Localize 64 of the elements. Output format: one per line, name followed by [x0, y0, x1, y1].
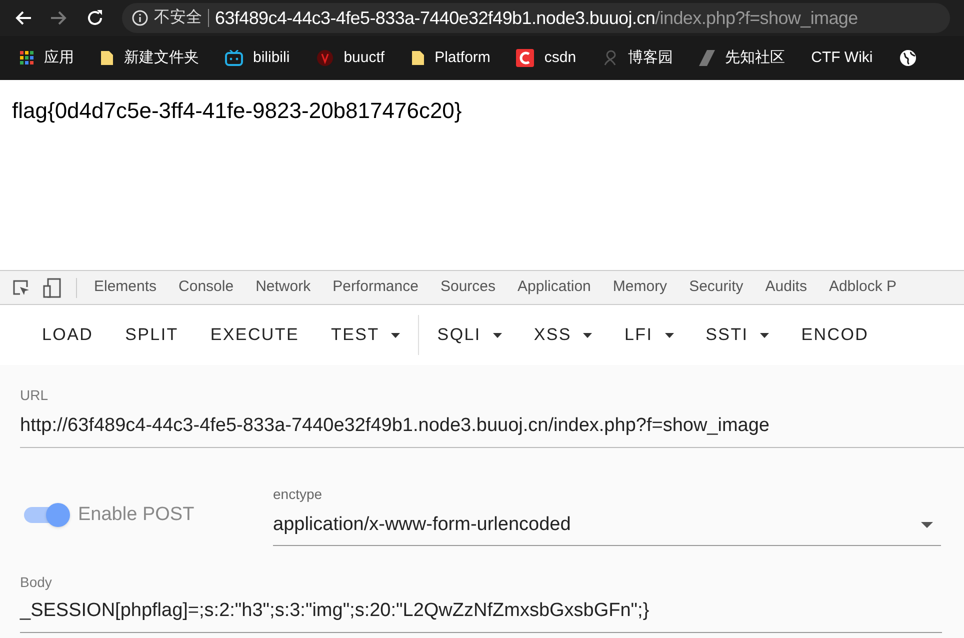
swirl-icon [602, 49, 618, 67]
device-icon[interactable] [42, 278, 62, 298]
enctype-label: enctype [273, 484, 324, 504]
enctype-value: application/x-www-form-urlencoded [273, 512, 571, 536]
devtools-tab[interactable]: Audits [754, 271, 818, 304]
bookmark-link[interactable]: bilibili [253, 46, 290, 70]
url-path: /index.php?f=show_image [655, 8, 858, 28]
menu-button[interactable]: SSTI [690, 317, 786, 353]
devtools-tab[interactable]: Elements [83, 271, 168, 304]
tv-icon [225, 50, 243, 66]
url-label: URL [20, 386, 50, 405]
toolbar-button[interactable]: SPLIT [109, 317, 194, 353]
devtools-tab[interactable]: Network [244, 271, 322, 304]
devtools-tab[interactable]: Memory [602, 271, 678, 304]
devtools-tab[interactable]: Sources [429, 271, 506, 304]
forward-arrow-icon[interactable] [50, 10, 68, 26]
globe-icon[interactable] [898, 49, 917, 67]
devtools-tab[interactable]: Console [168, 271, 245, 304]
toolbar-button[interactable]: ENCOD [785, 317, 885, 353]
bookmark-link[interactable]: 博客园 [628, 46, 674, 70]
dropdown-caret-icon [921, 522, 933, 528]
menu-button[interactable]: TEST [315, 317, 416, 353]
menu-button[interactable]: LFI [608, 317, 690, 353]
info-icon [132, 10, 148, 26]
security-label: 不安全 [154, 8, 202, 28]
caret-icon [583, 332, 592, 338]
slash-logo-icon [699, 50, 716, 66]
folder-icon [100, 50, 114, 66]
toolbar-button[interactable]: EXECUTE [194, 317, 316, 353]
bookmark-link[interactable]: 应用 [44, 46, 74, 70]
bookmark-link[interactable]: Platform [434, 46, 490, 70]
body-value: _SESSION[phpflag]=;s:2:"h3";s:3:"img";s:20:"L2QwZzNfZmxsbGxsbGFn";} [20, 599, 650, 623]
folder-icon [410, 50, 425, 66]
reload-icon[interactable] [86, 9, 104, 27]
apps-grid-icon [20, 51, 34, 65]
c-logo-icon [516, 49, 534, 67]
caret-icon [391, 332, 400, 338]
flag-text: flag{0d4d7c5e-3ff4-41fe-9823-20b817476c20} [12, 98, 462, 123]
devtools-tab[interactable]: Performance [322, 271, 430, 304]
body-field[interactable]: Body _SESSION[phpflag]=;s:2:"h3";s:3:"img";s:20:"L2QwZzNfZmxsbGxsbGFn";} [20, 572, 942, 632]
devtools-tab[interactable]: Security [678, 271, 754, 304]
bookmark-link[interactable]: CTF Wiki [811, 46, 873, 70]
round-logo-icon [316, 49, 334, 67]
back-arrow-icon[interactable] [14, 10, 32, 26]
bookmark-link[interactable]: 新建文件夹 [124, 46, 199, 70]
url-value: http://63f489c4-44c3-4fe5-833a-7440e32f49b1.node3.buuoj.cn/index.php?f=show_image [20, 414, 770, 438]
caret-icon [760, 332, 770, 338]
devtools-tab[interactable]: Application [506, 271, 602, 304]
caret-icon [492, 332, 502, 338]
caret-icon [664, 332, 674, 338]
bookmark-link[interactable]: buuctf [344, 46, 385, 70]
devtools-tab[interactable]: Adblock P [818, 271, 908, 304]
body-label: Body [20, 573, 53, 592]
inspect-cursor-icon[interactable] [12, 278, 30, 296]
bookmark-link[interactable]: 先知社区 [725, 46, 786, 70]
toolbar-button[interactable]: LOAD [26, 317, 110, 353]
menu-button[interactable]: XSS [518, 317, 608, 353]
address-bar[interactable]: 不安全 63f489c4-44c3-4fe5-833a-7440e32f49b1.node3.buuoj.cn/index.php?f=show_image [122, 3, 950, 33]
url-field[interactable]: URL http://63f489c4-44c3-4fe5-833a-7440e32f49b1.node3.buuoj.cn/index.php?f=show_image [20, 385, 964, 448]
menu-button[interactable]: SQLI [421, 317, 518, 353]
toggle-label: Enable POST [78, 502, 194, 526]
url-host: 63f489c4-44c3-4fe5-833a-7440e32f49b1.node3.buuoj.cn [215, 8, 656, 28]
enctype-select[interactable]: enctype application/x-www-form-urlencoded [273, 484, 941, 546]
bookmark-link[interactable]: csdn [544, 46, 576, 70]
